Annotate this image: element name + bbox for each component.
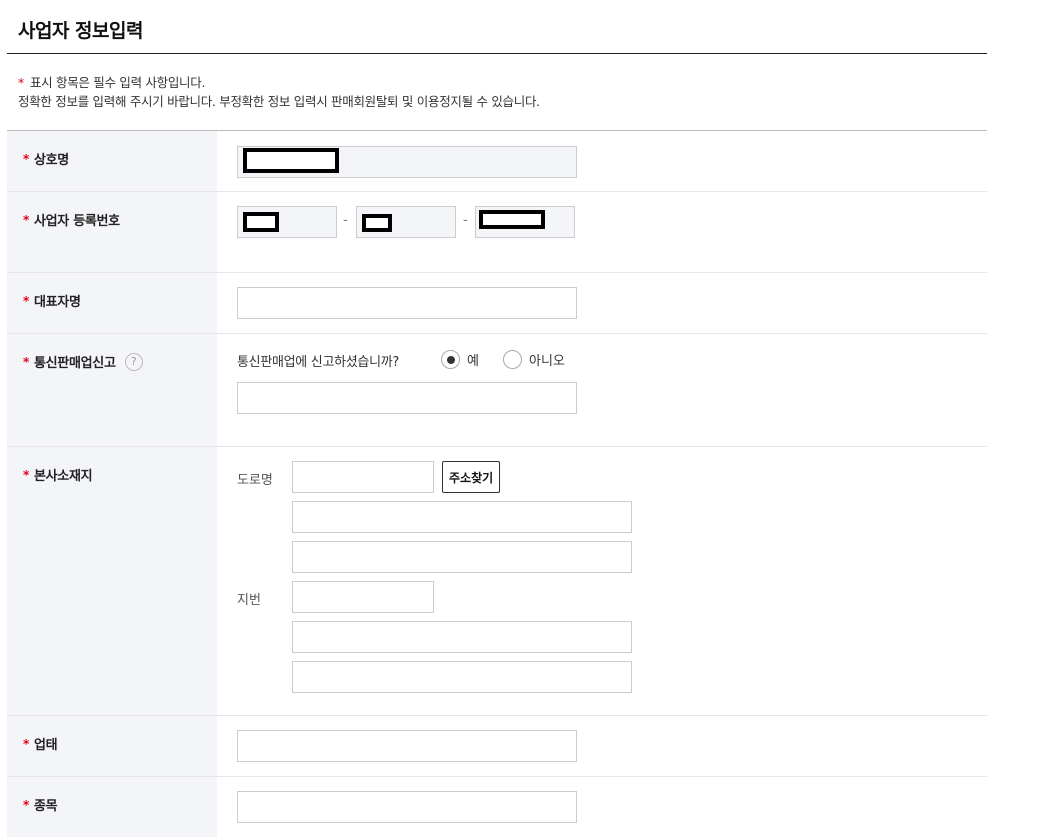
road-address-input[interactable] <box>292 501 632 533</box>
business-number-part1[interactable] <box>237 206 337 238</box>
row-business-item: * 종목 <box>7 777 987 837</box>
business-item-label: * 종목 <box>23 797 58 815</box>
number-separator: - <box>343 213 348 228</box>
representative-label: * 대표자명 <box>23 293 81 311</box>
road-address-label: 도로명 <box>237 473 273 488</box>
business-number-label: * 사업자 등록번호 <box>23 212 120 230</box>
row-business-number: * 사업자 등록번호 - - <box>7 192 987 273</box>
required-notice: * 표시 항목은 필수 입력 사항입니다. 정확한 정보를 입력해 주시기 바랍니… <box>18 73 540 111</box>
radio-no-circle[interactable] <box>503 350 522 369</box>
business-type-label: * 업태 <box>23 736 58 754</box>
road-address-detail-input[interactable] <box>292 541 632 573</box>
row-address: * 본사소재지 도로명 주소찾기 지번 <box>7 447 987 716</box>
row-mail-order: * 통신판매업신고 ? 통신판매업에 신고하셨습니까? 예 아니오 <box>7 334 987 447</box>
representative-input[interactable] <box>237 287 577 319</box>
number-separator: - <box>463 213 468 228</box>
title-divider <box>7 53 987 54</box>
redacted-block <box>479 210 545 229</box>
business-info-form: * 상호명 * 사업자 등록번호 - - * 대표자명 * 통신판매업신고 ? … <box>7 130 987 837</box>
notice-line-2: 정확한 정보를 입력해 주시기 바랍니다. 부정확한 정보 입력시 판매회원탈퇴… <box>18 94 540 109</box>
required-mark: * <box>23 151 29 166</box>
redacted-block <box>362 214 392 232</box>
address-search-button[interactable]: 주소찾기 <box>442 461 501 493</box>
radio-no[interactable]: 아니오 <box>503 350 565 369</box>
question-circle-icon[interactable]: ? <box>124 352 143 371</box>
lot-address-detail-input[interactable] <box>292 661 632 693</box>
row-company-name: * 상호명 <box>7 131 987 192</box>
business-number-part2[interactable] <box>356 206 456 238</box>
business-type-input[interactable] <box>237 730 577 762</box>
company-name-label: * 상호명 <box>23 151 69 169</box>
redacted-block <box>243 212 279 232</box>
row-business-type: * 업태 <box>7 716 987 777</box>
notice-line-1: 표시 항목은 필수 입력 사항입니다. <box>29 75 206 90</box>
lot-address-input[interactable] <box>292 621 632 653</box>
page-title: 사업자 정보입력 <box>18 20 143 42</box>
mail-order-number-input[interactable] <box>237 382 577 414</box>
mail-order-question: 통신판매업에 신고하셨습니까? <box>237 355 400 370</box>
lot-zipcode-input[interactable] <box>292 581 434 613</box>
road-zipcode-input[interactable] <box>292 461 434 493</box>
row-representative: * 대표자명 <box>7 273 987 334</box>
radio-yes-circle[interactable] <box>441 350 460 369</box>
redacted-block <box>243 148 339 173</box>
lot-address-label: 지번 <box>237 593 261 608</box>
radio-yes[interactable]: 예 <box>441 350 479 369</box>
required-star: * <box>18 75 24 90</box>
business-item-input[interactable] <box>237 791 577 823</box>
mail-order-label: * 통신판매업신고 ? <box>23 352 143 371</box>
business-number-part3[interactable] <box>475 206 575 238</box>
company-name-input[interactable] <box>237 146 577 178</box>
address-label: * 본사소재지 <box>23 467 93 485</box>
